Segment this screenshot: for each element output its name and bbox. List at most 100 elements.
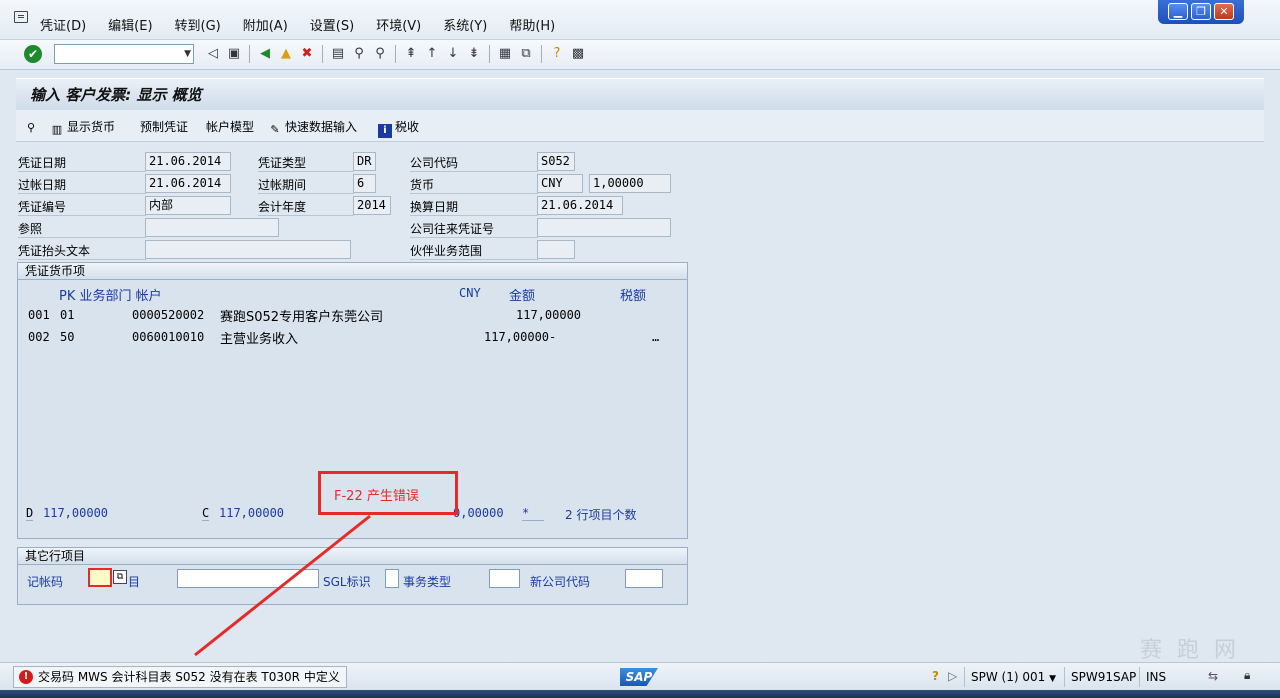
new-cc-input[interactable] bbox=[625, 569, 663, 588]
divider bbox=[410, 259, 538, 260]
park-button[interactable]: 预制凭证 bbox=[140, 118, 188, 135]
currency-icon: ▥ bbox=[51, 123, 63, 136]
close-button[interactable]: ✕ bbox=[1214, 3, 1234, 20]
menu-extras[interactable]: 附加(A) bbox=[243, 15, 288, 34]
period-field[interactable]: 6 bbox=[353, 174, 376, 193]
shortcut-icon[interactable]: ⧉ bbox=[517, 45, 535, 63]
company-code-field[interactable]: S052 bbox=[537, 152, 575, 171]
save-icon[interactable]: ▣ bbox=[225, 45, 243, 63]
command-field[interactable]: ▼ bbox=[54, 44, 194, 64]
menu-items: 凭证(D) 编辑(E) 转到(G) 附加(A) 设置(S) 环境(V) 系统(Y… bbox=[40, 15, 577, 34]
doc-number-field[interactable]: 内部 bbox=[145, 196, 231, 215]
screen-title-bar: 输入 客户发票: 显示 概览 bbox=[16, 78, 1264, 110]
col-header-pk: PK 业务部门 帐户 bbox=[59, 289, 162, 304]
expand-status-icon[interactable]: ▷ bbox=[948, 669, 957, 683]
tax-button[interactable]: i 税收 bbox=[378, 118, 419, 138]
chevron-down-icon[interactable]: ▼ bbox=[184, 49, 191, 59]
trans-type-input[interactable] bbox=[489, 569, 520, 588]
sgl-label: SGL标识 bbox=[323, 575, 371, 589]
system-info[interactable]: SPW (1) 001 ▼ bbox=[964, 667, 1056, 687]
col-header-tax: 税额 bbox=[620, 289, 647, 304]
status-message[interactable]: ! 交易码 MWS 会计科目表 S052 没有在表 T030R 中定义 bbox=[13, 666, 347, 688]
exchange-rate-field[interactable]: 1,00000 bbox=[589, 174, 671, 193]
status-bar: ! 交易码 MWS 会计科目表 S052 没有在表 T030R 中定义 SAP … bbox=[0, 662, 1280, 690]
reference-field[interactable] bbox=[145, 218, 279, 237]
exit-icon[interactable]: ▲ bbox=[277, 45, 295, 63]
posting-date-label: 过帐日期 bbox=[18, 178, 67, 192]
account-label: 目 bbox=[128, 575, 141, 589]
search-help-icon[interactable]: ⧉ bbox=[113, 570, 127, 584]
print-icon[interactable]: ▤ bbox=[329, 45, 347, 63]
minimize-button[interactable]: ▁ bbox=[1168, 3, 1188, 20]
overview-icon-button[interactable]: ⚲ bbox=[24, 118, 41, 135]
trans-type-label: 事务类型 bbox=[403, 575, 452, 589]
system-menu-icon[interactable] bbox=[14, 11, 28, 23]
display-currency-button[interactable]: ▥ 显示货币 bbox=[50, 118, 115, 137]
reference-label: 参照 bbox=[18, 222, 43, 236]
account-input[interactable] bbox=[177, 569, 319, 588]
row-account-name: 主营业务收入 bbox=[220, 332, 299, 347]
next-page-icon[interactable]: ↓ bbox=[444, 45, 462, 63]
create-session-icon[interactable]: ▦ bbox=[496, 45, 514, 63]
divider bbox=[18, 171, 146, 172]
annotation-text: F-22 产生错误 bbox=[334, 489, 419, 504]
fast-entry-button[interactable]: ✎ 快速数据输入 bbox=[268, 118, 357, 137]
toolbar-separator bbox=[541, 45, 542, 63]
divider bbox=[410, 215, 538, 216]
standard-toolbar: ✔ ▼ ◁ ▣ ◀ ▲ ✖ ▤ ⚲ ⚲ ⇞ ↑ ↓ ⇟ ▦ ⧉ ? ▩ bbox=[0, 40, 1280, 70]
back-icon[interactable]: ◀ bbox=[256, 45, 274, 63]
menu-edit[interactable]: 编辑(E) bbox=[108, 15, 152, 34]
sgl-input[interactable] bbox=[385, 569, 399, 588]
layout-icon[interactable]: ▩ bbox=[569, 45, 587, 63]
info-help-icon[interactable]: ? bbox=[932, 669, 939, 683]
menu-goto[interactable]: 转到(G) bbox=[175, 15, 221, 34]
doc-date-field[interactable]: 21.06.2014 bbox=[145, 152, 231, 171]
row-account: 0000520002 bbox=[132, 308, 205, 322]
menu-document[interactable]: 凭证(D) bbox=[40, 15, 86, 34]
col-header-cny: CNY bbox=[459, 286, 481, 300]
translation-date-label: 换算日期 bbox=[410, 200, 459, 214]
divider bbox=[18, 215, 146, 216]
row-amount: 117,00000 bbox=[516, 308, 582, 322]
row-amount: 117,00000- bbox=[484, 330, 557, 344]
period-label: 过帐期间 bbox=[258, 178, 307, 192]
company-code-label: 公司代码 bbox=[410, 156, 459, 170]
fiscal-year-field[interactable]: 2014 bbox=[353, 196, 391, 215]
menu-system[interactable]: 系统(Y) bbox=[443, 15, 487, 34]
error-icon: ! bbox=[19, 670, 33, 684]
header-text-field[interactable] bbox=[145, 240, 351, 259]
trading-partner-field[interactable] bbox=[537, 240, 575, 259]
enter-check-icon[interactable]: ✔ bbox=[24, 45, 42, 63]
col-header-amount: 金额 bbox=[509, 289, 536, 304]
cancel-icon[interactable]: ✖ bbox=[298, 45, 316, 63]
restore-button[interactable]: ❐ bbox=[1191, 3, 1211, 20]
find-next-icon[interactable]: ⚲ bbox=[371, 45, 389, 63]
help-icon[interactable]: ? bbox=[548, 45, 566, 63]
prev-page-icon[interactable]: ↑ bbox=[423, 45, 441, 63]
account-model-button[interactable]: 帐户模型 bbox=[206, 118, 254, 135]
group-title: 凭证货币项 bbox=[18, 263, 687, 280]
posting-key-input[interactable] bbox=[88, 568, 112, 587]
doc-type-field[interactable]: DR bbox=[353, 152, 376, 171]
last-page-icon[interactable]: ⇟ bbox=[465, 45, 483, 63]
row-account: 0060010010 bbox=[132, 330, 205, 344]
find-icon[interactable]: ⚲ bbox=[350, 45, 368, 63]
first-page-icon[interactable]: ⇞ bbox=[402, 45, 420, 63]
lock-icon[interactable]: 🔒︎ bbox=[1244, 668, 1250, 683]
new-cc-label: 新公司代码 bbox=[530, 575, 591, 589]
tax-label: 税收 bbox=[395, 120, 420, 134]
cross-cc-field[interactable] bbox=[537, 218, 671, 237]
menu-settings[interactable]: 设置(S) bbox=[310, 15, 354, 34]
translation-date-field[interactable]: 21.06.2014 bbox=[537, 196, 623, 215]
insert-mode[interactable]: INS bbox=[1139, 667, 1166, 687]
application-toolbar: ⚲ ▥ 显示货币 预制凭证 帐户模型 ✎ 快速数据输入 i 税收 bbox=[16, 110, 1264, 142]
row-number: 002 bbox=[28, 330, 50, 344]
header-text-label: 凭证抬头文本 bbox=[18, 244, 91, 258]
currency-field[interactable]: CNY bbox=[537, 174, 583, 193]
posting-date-field[interactable]: 21.06.2014 bbox=[145, 174, 231, 193]
back-triangle-icon[interactable]: ◁ bbox=[204, 45, 222, 63]
watermark: 赛 跑 网 bbox=[1140, 638, 1240, 663]
row-posting-key: 01 bbox=[60, 308, 75, 322]
menu-environment[interactable]: 环境(V) bbox=[376, 15, 421, 34]
menu-help[interactable]: 帮助(H) bbox=[509, 15, 555, 34]
